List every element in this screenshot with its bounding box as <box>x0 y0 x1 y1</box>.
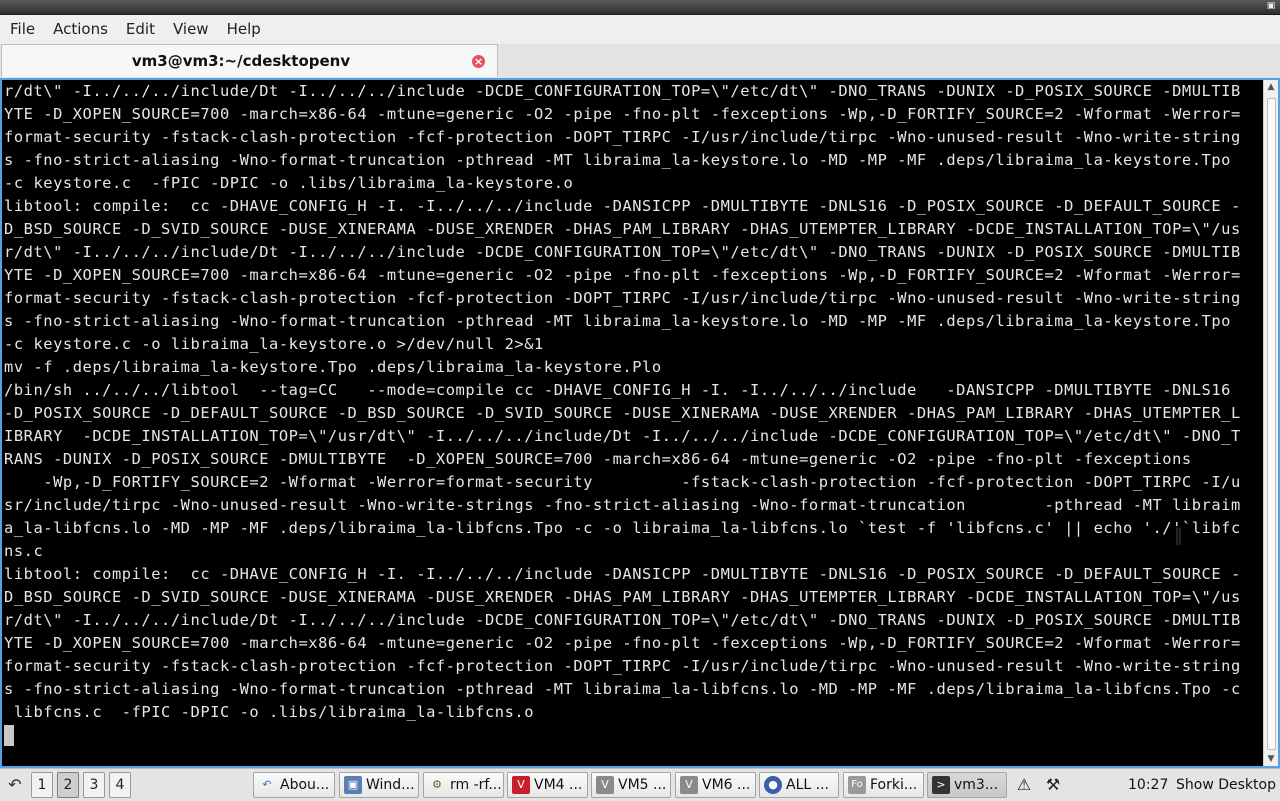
clock[interactable]: 10:27 <box>1128 772 1168 798</box>
terminal-output[interactable]: r/dt\" -I../../../include/Dt -I../../../… <box>2 80 1265 766</box>
browser-icon: ● <box>764 776 782 794</box>
task-label: VM4 ... <box>534 777 583 793</box>
terminal-frame: r/dt\" -I../../../include/Dt -I../../../… <box>0 78 1280 768</box>
terminal-icon: ⚙ <box>432 778 442 791</box>
terminal-line: /bin/sh ../../../libtool --tag=CC --mode… <box>4 381 1231 399</box>
menubar: File Actions Edit View Help <box>0 15 1280 44</box>
task-vm4[interactable]: V VM4 ... <box>507 772 588 798</box>
menu-file[interactable]: File <box>0 15 43 44</box>
task-vm3-terminal[interactable]: > vm3... <box>927 772 1007 798</box>
task-label: ALL ... <box>786 777 829 793</box>
task-label: Abou... <box>280 777 330 793</box>
window-icon: ▣ <box>344 776 362 794</box>
task-label: VM6 ... <box>702 777 751 793</box>
tab-terminal[interactable]: vm3@vm3:~/cdesktopenv × <box>1 44 498 77</box>
desktop-1-button[interactable]: 1 <box>31 772 53 798</box>
show-desktop-button[interactable]: Show Desktop <box>1176 772 1276 798</box>
task-vm6[interactable]: V VM6 ... <box>675 772 756 798</box>
task-label: Forki... <box>870 777 918 793</box>
terminal-line: -c keystore.c -o libraima_la-keystore.o … <box>4 335 544 353</box>
terminal-line: libtool: compile: cc -DHAVE_CONFIG_H -I.… <box>4 197 1241 215</box>
menu-view[interactable]: View <box>163 15 217 44</box>
terminal-line: -D_POSIX_SOURCE -D_DEFAULT_SOURCE -D_BSD… <box>4 404 1241 422</box>
vm-icon: V <box>596 776 614 794</box>
terminal-line: YTE -D_XOPEN_SOURCE=700 -march=x86-64 -m… <box>4 634 1241 652</box>
mouse-ibeam-icon: ‖ <box>1174 525 1183 546</box>
menu-help[interactable]: Help <box>217 15 269 44</box>
terminal-line: s -fno-strict-aliasing -Wno-format-trunc… <box>4 151 1231 169</box>
desktop-2-button[interactable]: 2 <box>57 772 79 798</box>
fo-icon: Fo <box>848 776 866 794</box>
task-about[interactable]: ↶ Abou... <box>253 772 335 798</box>
vm-icon: V <box>680 776 698 794</box>
taskbar: ↶ 1 2 3 4 ↶ Abou... ▣ Wind... ⚙ rm -rf..… <box>0 768 1280 801</box>
tab-bar: vm3@vm3:~/cdesktopenv × <box>0 44 1280 79</box>
task-vm5[interactable]: V VM5 ... <box>591 772 671 798</box>
terminal-line: r/dt\" -I../../../include/Dt -I../../../… <box>4 611 1241 629</box>
task-rm[interactable]: ⚙ rm -rf... <box>423 772 504 798</box>
terminal-line: YTE -D_XOPEN_SOURCE=700 -march=x86-64 -m… <box>4 266 1241 284</box>
terminal-line: r/dt\" -I../../../include/Dt -I../../../… <box>4 243 1241 261</box>
scroll-up-arrow-icon[interactable]: ▲ <box>1264 80 1278 94</box>
terminal-scrollbar[interactable]: ▲ ▼ <box>1263 80 1278 766</box>
task-label: Wind... <box>366 777 415 793</box>
help-icon: ↶ <box>262 778 272 791</box>
terminal-line: a_la-libfcns.lo -MD -MP -MF .deps/librai… <box>4 519 1241 537</box>
terminal-line: libfcns.c -fPIC -DPIC -o .libs/libraima_… <box>4 703 535 721</box>
menu-edit[interactable]: Edit <box>116 15 163 44</box>
scroll-down-arrow-icon[interactable]: ▼ <box>1264 752 1278 766</box>
terminal-line: YTE -D_XOPEN_SOURCE=700 -march=x86-64 -m… <box>4 105 1241 123</box>
task-all[interactable]: ● ALL ... <box>759 772 839 798</box>
task-label: VM5 ... <box>618 777 667 793</box>
start-menu-icon[interactable]: ↶ <box>2 772 28 798</box>
terminal-line: s -fno-strict-aliasing -Wno-format-trunc… <box>4 680 1241 698</box>
terminal-line: mv -f .deps/libraima_la-keystore.Tpo .de… <box>4 358 662 376</box>
terminal-line: libtool: compile: cc -DHAVE_CONFIG_H -I.… <box>4 565 1241 583</box>
task-forking[interactable]: Fo Forki... <box>843 772 924 798</box>
terminal-line: s -fno-strict-aliasing -Wno-format-trunc… <box>4 312 1231 330</box>
task-windows[interactable]: ▣ Wind... <box>339 772 419 798</box>
scrollbar-thumb[interactable] <box>1267 98 1276 750</box>
terminal-line: D_BSD_SOURCE -D_SVID_SOURCE -DUSE_XINERA… <box>4 220 1241 238</box>
terminal-icon: > <box>932 776 950 794</box>
restore-icon[interactable]: ▣ <box>1266 1 1276 11</box>
close-icon[interactable]: × <box>472 55 485 68</box>
desktop-4-button[interactable]: 4 <box>109 772 131 798</box>
task-label: vm3... <box>954 777 999 793</box>
vm-icon: V <box>512 776 530 794</box>
terminal-line: D_BSD_SOURCE -D_SVID_SOURCE -DUSE_XINERA… <box>4 588 1241 606</box>
tab-title: vm3@vm3:~/cdesktopenv <box>131 52 351 70</box>
terminal-line: ns.c <box>4 542 44 560</box>
menu-actions[interactable]: Actions <box>43 15 116 44</box>
terminal-line: r/dt\" -I../../../include/Dt -I../../../… <box>4 82 1241 100</box>
desktop-3-button[interactable]: 3 <box>83 772 105 798</box>
alert-icon[interactable]: ⚠ <box>1013 772 1035 798</box>
tool-icon[interactable]: ⚒ <box>1041 772 1065 798</box>
task-label: rm -rf... <box>450 777 502 793</box>
terminal-line: format-security -fstack-clash-protection… <box>4 657 1241 675</box>
terminal-line: sr/include/tirpc -Wno-unused-result -Wno… <box>4 496 1241 514</box>
terminal-line: RANS -DUNIX -D_POSIX_SOURCE -DMULTIBYTE … <box>4 450 1192 468</box>
terminal-line: IBRARY -DCDE_INSTALLATION_TOP=\"/usr/dt\… <box>4 427 1241 445</box>
terminal-line: format-security -fstack-clash-protection… <box>4 128 1241 146</box>
terminal-line: -c keystore.c -fPIC -DPIC -o .libs/libra… <box>4 174 574 192</box>
window-titlebar: ▣ <box>0 0 1280 15</box>
terminal-line: -Wp,-D_FORTIFY_SOURCE=2 -Wformat -Werror… <box>4 473 1241 491</box>
terminal-line: format-security -fstack-clash-protection… <box>4 289 1241 307</box>
terminal-cursor <box>4 725 14 746</box>
